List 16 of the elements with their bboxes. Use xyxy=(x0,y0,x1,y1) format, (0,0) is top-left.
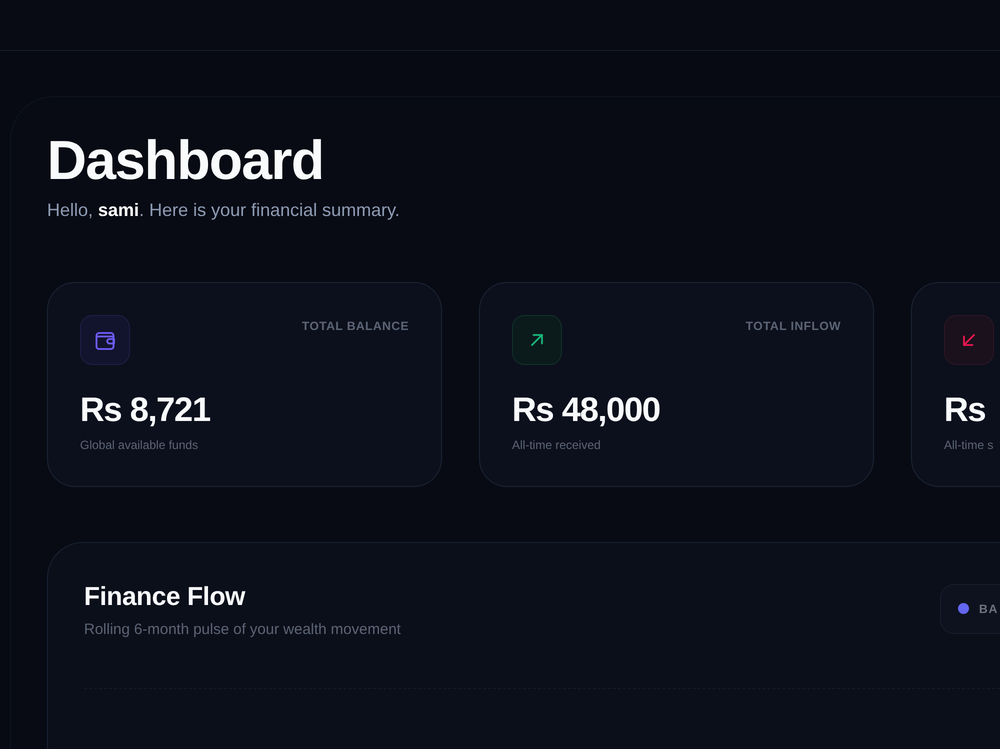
arrow-down-left-icon xyxy=(944,314,994,365)
stat-label: TOTAL INFLOW xyxy=(746,318,841,334)
stat-caption: All-time s xyxy=(944,438,994,454)
stat-label: TOTAL BALANCE xyxy=(302,318,409,334)
stat-amount: Rs xyxy=(944,390,986,431)
page-title: Dashboard xyxy=(47,130,324,190)
legend-label: BA xyxy=(979,602,998,616)
section-title: Finance Flow xyxy=(84,580,246,612)
wallet-icon xyxy=(80,314,130,365)
greeting-text: Hello, sami. Here is your financial summary. xyxy=(47,198,400,222)
arrow-up-right-icon xyxy=(512,314,562,365)
stat-amount: Rs 8,721 xyxy=(80,390,210,431)
stat-caption: Global available funds xyxy=(80,438,198,454)
section-subtitle: Rolling 6-month pulse of your wealth movement xyxy=(84,620,401,640)
stat-caption: All-time received xyxy=(512,438,601,454)
stat-amount: Rs 48,000 xyxy=(512,390,660,431)
